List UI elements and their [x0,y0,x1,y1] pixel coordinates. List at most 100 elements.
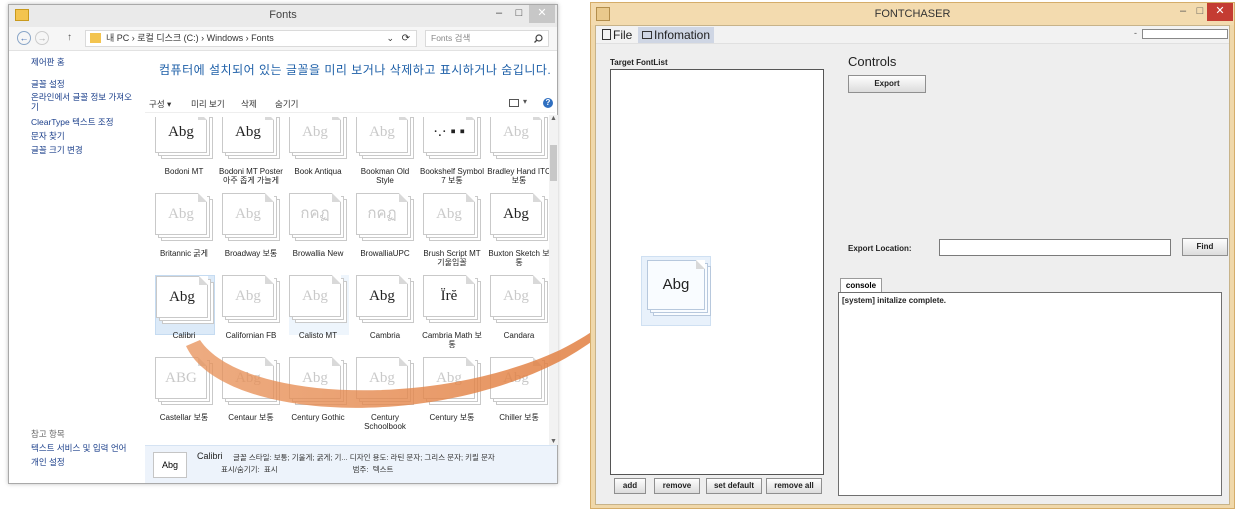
font-item[interactable]: Abg [490,357,549,417]
sidebar-see-also: 참고 항목 [31,429,65,439]
font-sample: Abg [490,275,542,317]
chevron-down-icon[interactable]: ⌄ [386,31,394,46]
up-button[interactable]: ↑ [67,32,72,43]
font-sample: Abg [423,357,475,399]
font-sample: Abg [222,275,274,317]
scroll-down-icon[interactable]: ▼ [550,438,557,445]
font-item[interactable]: Abg [490,275,549,335]
chevron-down-icon[interactable]: ▾ [523,97,527,106]
font-sample: Abg [289,357,341,399]
target-fontlist-label: Target FontList [610,58,668,67]
font-item[interactable]: Abg [222,357,282,417]
font-item[interactable]: Abg [423,357,483,417]
sidebar-link-text-services[interactable]: 텍스트 서비스 및 입력 언어 [31,443,136,453]
minimize-button[interactable]: – [489,5,509,23]
font-item[interactable]: Abg [289,357,349,417]
font-sample: กคฏ [289,193,341,235]
font-item[interactable]: Abg [222,193,282,253]
search-input[interactable]: Fonts 검색 [425,30,549,47]
sidebar-link-font-size[interactable]: 글꼴 크기 변경 [31,145,136,155]
export-location-input[interactable] [939,239,1171,256]
search-placeholder: Fonts 검색 [431,33,471,43]
find-button[interactable]: Find [1182,238,1228,256]
font-item[interactable]: Abg [289,117,349,171]
set-default-button[interactable]: set default [706,478,762,494]
font-item[interactable]: Ïrĕ [423,275,483,335]
sidebar-link-online-fonts[interactable]: 온라인에서 글꼴 정보 가져오기 [31,92,136,112]
font-name: Calibri [172,331,196,340]
font-item[interactable]: Abg [155,275,215,335]
fonts-window: Fonts – □ ✕ ← → ↑ 내 PC › 로컬 디스크 (C:) › W… [8,4,558,484]
delete-button[interactable]: 삭제 [241,98,257,110]
font-item[interactable]: กคฏ [289,193,349,253]
sidebar-link-personalize[interactable]: 개인 설정 [31,457,136,467]
font-name: Californian FB [225,331,277,340]
font-item[interactable]: ·.· ▪ ▪ [423,117,483,171]
font-name: Cambria [369,331,401,340]
view-options-icon[interactable] [509,99,519,107]
font-sample: Abg [289,117,341,153]
minimize-button[interactable]: – [1173,3,1193,21]
help-icon[interactable]: ? [543,98,553,108]
back-button[interactable]: ← [17,31,31,45]
console-output[interactable]: [system] initalize complete. [838,292,1222,496]
font-sample: Ïrĕ [423,275,475,317]
toolbar: 구성 ▾ 미리 보기 삭제 숨기기 ▾ ? [145,95,555,113]
scroll-thumb[interactable] [550,145,557,181]
close-button[interactable]: ✕ [529,5,555,23]
menu-info-label: Infomation [654,28,711,42]
client-area: File Infomation - Target FontList Abg ad… [595,25,1230,505]
details-line-1: 글꼴 스타일: 보통; 기울게; 굵게; 기... 디자인 용도: 라틴 문자;… [233,453,495,462]
font-name: Calisto MT [298,331,338,340]
font-sample: Abg [222,117,274,153]
font-item[interactable]: Abg [423,193,483,253]
info-icon [642,31,652,39]
font-item[interactable]: ABG [155,357,215,417]
font-name: Century Schoolbook [364,413,406,431]
font-item[interactable]: Abg [356,357,416,417]
font-item[interactable]: Abg [289,275,349,335]
maximize-button[interactable]: □ [509,5,529,23]
remove-all-button[interactable]: remove all [766,478,822,494]
details-pane: Abg Calibri 글꼴 스타일: 보통; 기울게; 굵게; 기... 디자… [145,445,557,483]
dragged-font-tile[interactable]: Abg [647,260,711,324]
font-sample: Abg [490,117,542,153]
font-sample: Abg [356,275,408,317]
preview-button[interactable]: 미리 보기 [191,98,225,110]
sidebar-link-font-settings[interactable]: 글꼴 설정 [31,79,136,89]
menu-infomation[interactable]: Infomation [638,27,715,43]
address-row: ← → ↑ 내 PC › 로컬 디스크 (C:) › Windows › Fon… [9,27,557,51]
font-item[interactable]: Abg [155,193,215,253]
hide-button[interactable]: 숨기기 [275,98,298,110]
font-item[interactable]: Abg [356,275,416,335]
close-button[interactable]: ✕ [1207,3,1233,21]
font-item[interactable]: Abg [155,117,215,171]
sidebar-link-cleartype[interactable]: ClearType 텍스트 조정 [31,117,136,127]
font-name: Cambria Math 보통 [422,331,482,349]
font-name: Centaur 보통 [228,413,274,422]
font-item[interactable]: Abg [222,117,282,171]
controls-heading: Controls [848,54,897,69]
export-button[interactable]: Export [848,75,926,93]
font-name: BrowalliaUPC [360,249,410,258]
sidebar-link-find-char[interactable]: 문자 찾기 [31,131,136,141]
font-name: Chiller 보통 [499,413,539,422]
address-bar[interactable]: 내 PC › 로컬 디스크 (C:) › Windows › Fonts ⌄ ⟳ [85,30,417,47]
font-sample: กคฏ [356,193,408,235]
sidebar-link-control-panel[interactable]: 제어판 홈 [31,57,136,67]
font-item[interactable]: Abg [356,117,416,171]
forward-button[interactable]: → [35,31,49,45]
font-item[interactable]: กคฏ [356,193,416,253]
organize-button[interactable]: 구성 ▾ [149,98,171,110]
font-item[interactable]: Abg [490,193,549,253]
font-item[interactable]: Abg [222,275,282,335]
add-button[interactable]: add [614,478,646,494]
font-sample: Abg [222,357,274,399]
scroll-up-icon[interactable]: ▲ [550,115,557,122]
font-name: Brush Script MT 기울임꼴 [423,249,481,267]
menu-file[interactable]: File [598,27,636,43]
target-fontlist[interactable]: Abg [610,69,824,475]
font-item[interactable]: Abg [490,117,549,171]
remove-button[interactable]: remove [654,478,700,494]
refresh-icon[interactable]: ⟳ [402,31,410,46]
